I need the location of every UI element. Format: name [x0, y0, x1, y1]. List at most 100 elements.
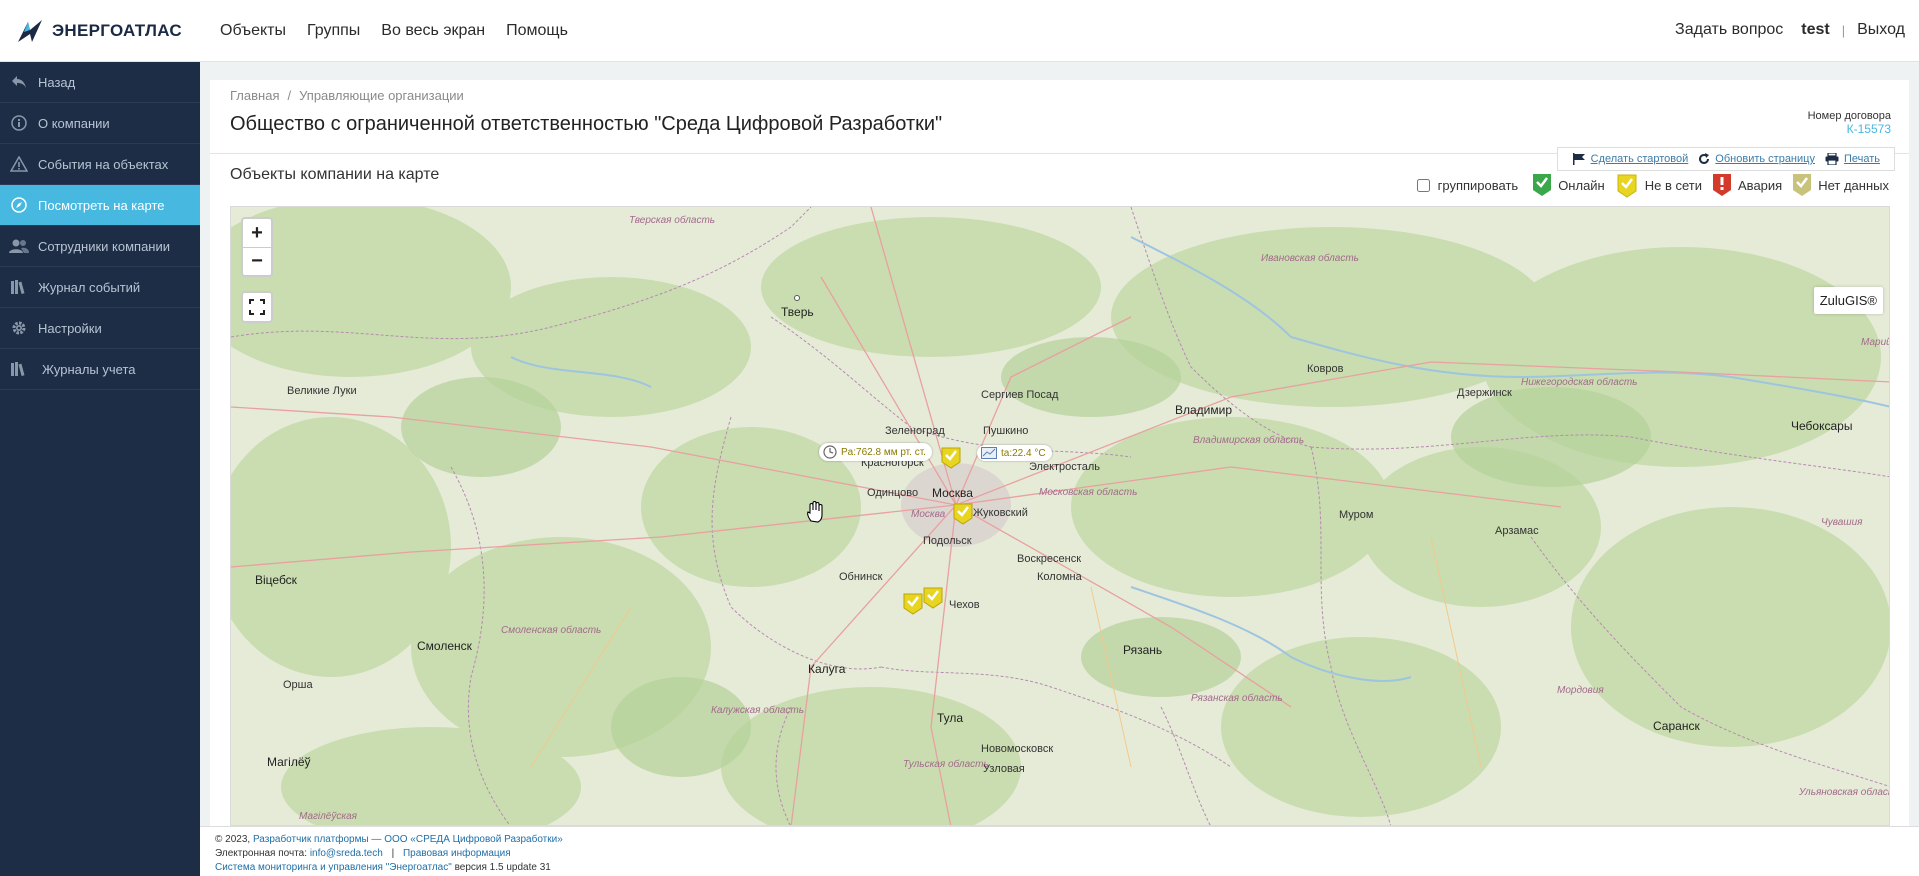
group-checkbox[interactable]: [1416, 178, 1430, 192]
legend-alarm-label: Авария: [1738, 177, 1783, 193]
fullscreen-icon: [249, 299, 265, 315]
nav-fullscreen[interactable]: Во весь экран: [381, 22, 485, 40]
map-tiles: [231, 207, 1889, 825]
sidebar-item-event-log[interactable]: Журнал событий: [0, 267, 200, 308]
sidebar-item-label: Журнал событий: [38, 279, 141, 295]
nav-help[interactable]: Помощь: [506, 22, 568, 40]
sidebar-item-label: О компании: [38, 115, 110, 131]
contract-number[interactable]: К-15573: [1808, 122, 1891, 136]
fullscreen-button[interactable]: [241, 291, 273, 323]
region-label: Тверская область: [629, 215, 716, 226]
object-marker-offline[interactable]: [903, 593, 923, 615]
breadcrumb-separator: /: [287, 88, 292, 103]
hand-cursor-icon: [807, 501, 823, 523]
city-label: Дзержинск: [1457, 387, 1512, 399]
map-provider-badge[interactable]: ZuluGIS®: [1813, 287, 1883, 314]
region-label: Тульская область: [903, 759, 989, 770]
breadcrumb-home[interactable]: Главная: [230, 88, 279, 103]
system-link[interactable]: Система мониторинга и управления "Энерго…: [215, 862, 452, 873]
city-label: Віцебск: [255, 573, 297, 587]
city-label: Коломна: [1037, 571, 1082, 583]
sidebar-item-staff[interactable]: Сотрудники компании: [0, 226, 200, 267]
zoom-in-button[interactable]: +: [243, 219, 271, 247]
printer-icon: [1825, 153, 1839, 165]
city-label: Ковров: [1307, 363, 1344, 375]
city-label: Электросталь: [1029, 461, 1100, 473]
contract-label: Номер договора: [1807, 110, 1891, 122]
clock-icon: [823, 445, 837, 459]
sidebar-item-settings[interactable]: Настройки: [0, 308, 200, 349]
city-label: Магілёў: [267, 755, 311, 769]
print-button[interactable]: Печать: [1825, 153, 1880, 165]
city-label: Муром: [1339, 509, 1374, 521]
logo-text: ЭНЕРГОАТЛАС: [52, 20, 183, 40]
nav-groups[interactable]: Группы: [307, 22, 360, 40]
map-legend: группировать Онлайн Не в сети Авария Нет…: [1416, 172, 1889, 198]
main-nav: Объекты Группы Во весь экран Помощь: [220, 22, 568, 40]
region-label: Марий: [1861, 337, 1890, 348]
city-label: Владимир: [1175, 403, 1233, 417]
sidebar-item-events[interactable]: События на объектах: [0, 144, 200, 185]
sidebar-item-back[interactable]: Назад: [0, 62, 200, 103]
zoom-control: + −: [241, 217, 273, 277]
city-label: Рязань: [1123, 643, 1163, 657]
city-label: Смоленск: [417, 639, 472, 653]
user-area: Задать вопрос test | Выход: [1675, 0, 1905, 60]
compass-icon: [8, 196, 30, 214]
username[interactable]: test: [1801, 21, 1829, 39]
region-label: Ивановская область: [1261, 253, 1359, 264]
logo-icon: [18, 19, 42, 42]
city-label: Жуковский: [973, 507, 1028, 519]
company-panel: Главная / Управляющие организации Общество…: [210, 80, 1909, 840]
nav-objects[interactable]: Объекты: [220, 22, 286, 40]
region-label: Нижегородская область: [1521, 377, 1638, 388]
breadcrumb-current[interactable]: Управляющие организации: [299, 88, 464, 103]
map-view[interactable]: Тверская область Ивановская область Ниже…: [230, 206, 1890, 826]
gear-icon: [8, 319, 30, 337]
books-icon: [8, 278, 30, 296]
make-start-button[interactable]: Сделать стартовой: [1572, 153, 1688, 165]
group-label: группировать: [1437, 177, 1519, 193]
print-label: Печать: [1843, 153, 1880, 165]
legend-nodata: Нет данных: [1792, 173, 1889, 197]
app-logo[interactable]: ЭНЕРГОАТЛАС: [14, 16, 204, 46]
user-separator: |: [1841, 22, 1846, 38]
top-navbar: ЭНЕРГОАТЛАС Объекты Группы Во весь экран…: [0, 0, 1919, 62]
nodata-marker-icon: [1793, 174, 1812, 196]
sidebar-item-label: Назад: [38, 74, 76, 90]
city-label: Чебоксары: [1791, 419, 1853, 433]
developer-link[interactable]: Разработчик платформы — ООО «СРЕДА Цифро…: [253, 834, 563, 845]
page-title: Общество с ограниченной ответственностью…: [230, 113, 943, 135]
sidebar-item-label: Журналы учета: [42, 361, 136, 377]
books-icon: [8, 360, 30, 378]
city-label: Обнинск: [839, 571, 883, 583]
city-label: Зеленоград: [885, 425, 945, 437]
info-icon: [8, 114, 30, 132]
sidebar-item-label: Сотрудники компании: [38, 238, 170, 254]
legend-offline-label: Не в сети: [1644, 177, 1703, 193]
group-toggle[interactable]: группировать: [1416, 177, 1519, 193]
email-link[interactable]: info@sreda.tech: [310, 848, 383, 859]
refresh-label: Обновить страницу: [1715, 153, 1815, 165]
footer: © 2023, Разработчик платформы — ООО «СРЕ…: [200, 826, 1919, 876]
sidebar-item-map[interactable]: Посмотреть на карте: [0, 185, 200, 226]
city-label: Новомосковск: [981, 743, 1054, 755]
ask-question-link[interactable]: Задать вопрос: [1675, 21, 1783, 39]
back-arrow-icon: [8, 73, 30, 91]
pressure-tooltip[interactable]: Pa:762.8 мм рт. ст.: [819, 443, 932, 461]
city-label: Великие Луки: [287, 385, 357, 397]
legal-link[interactable]: Правовая информация: [403, 848, 511, 859]
temperature-tooltip[interactable]: ta:22.4 °C: [977, 445, 1052, 461]
main-content: Главная / Управляющие организации Общество…: [200, 62, 1919, 840]
legend-online-label: Онлайн: [1558, 177, 1605, 193]
zoom-out-button[interactable]: −: [243, 247, 271, 275]
region-label: Москва: [911, 509, 946, 520]
sidebar-item-about[interactable]: О компании: [0, 103, 200, 144]
sidebar-item-accounting-logs[interactable]: Журналы учета: [0, 349, 200, 390]
object-marker-offline[interactable]: [941, 447, 961, 469]
refresh-button[interactable]: Обновить страницу: [1698, 153, 1815, 165]
object-marker-offline[interactable]: [953, 503, 973, 525]
object-marker-offline[interactable]: [923, 587, 943, 609]
temperature-value: ta:22.4 °C: [1001, 447, 1046, 459]
logout-link[interactable]: Выход: [1857, 21, 1905, 39]
